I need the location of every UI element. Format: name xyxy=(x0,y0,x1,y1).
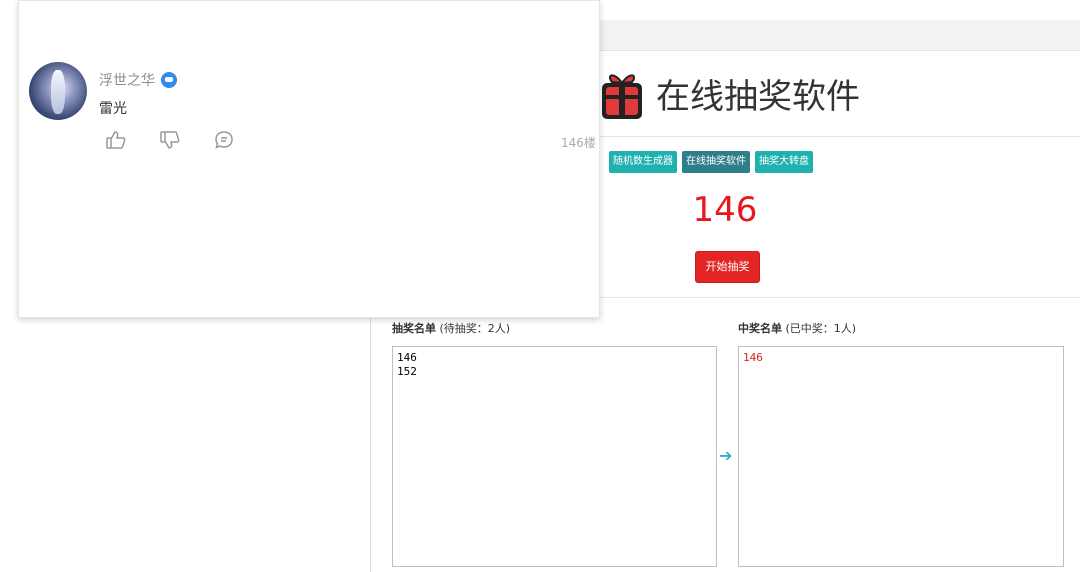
nav-random-generator[interactable]: 随机数生成器 xyxy=(609,151,677,173)
thumbs-up-icon[interactable] xyxy=(105,129,127,151)
comment-icon[interactable] xyxy=(213,129,235,151)
nav-prize-wheel[interactable]: 抽奖大转盘 xyxy=(755,151,813,173)
winners-textarea[interactable]: 146 xyxy=(738,346,1064,567)
floor-number: 146楼 xyxy=(561,136,596,150)
avatar[interactable] xyxy=(29,62,87,120)
comment-text: 雷光 xyxy=(99,101,127,117)
winners-label-group: 中奖名单 (已中奖：1人) xyxy=(738,320,856,336)
winners-status: (已中奖：1人) xyxy=(785,322,857,335)
start-lottery-button[interactable]: 开始抽奖 xyxy=(695,251,760,283)
thumbs-down-icon[interactable] xyxy=(159,129,181,151)
pool-label-group: 抽奖名单 (待抽奖：2人) xyxy=(392,320,510,336)
comment-author[interactable]: 浮世之华 xyxy=(99,70,177,90)
page-title: 在线抽奖软件 xyxy=(656,76,860,117)
pool-label: 抽奖名单 xyxy=(392,322,436,335)
arrow-right-icon: ➔ xyxy=(719,446,733,465)
username[interactable]: 浮世之华 xyxy=(99,70,155,90)
nav-buttons: 随机数生成器 在线抽奖软件 抽奖大转盘 xyxy=(609,151,813,173)
gift-icon xyxy=(600,65,644,121)
verified-badge-icon xyxy=(161,72,177,88)
pool-status: (待抽奖：2人) xyxy=(439,322,511,335)
pool-textarea[interactable]: 146 152 xyxy=(392,346,717,567)
app-header: 在线抽奖软件 xyxy=(600,62,860,124)
top-bar xyxy=(600,0,1080,21)
header-band xyxy=(600,20,1080,51)
comment-actions xyxy=(105,129,235,151)
result-number: 146 xyxy=(692,190,758,230)
comment-card: 浮世之华 雷光 146楼 xyxy=(18,0,600,318)
winners-label: 中奖名单 xyxy=(738,322,782,335)
nav-online-lottery[interactable]: 在线抽奖软件 xyxy=(682,151,750,173)
divider xyxy=(600,136,1080,137)
